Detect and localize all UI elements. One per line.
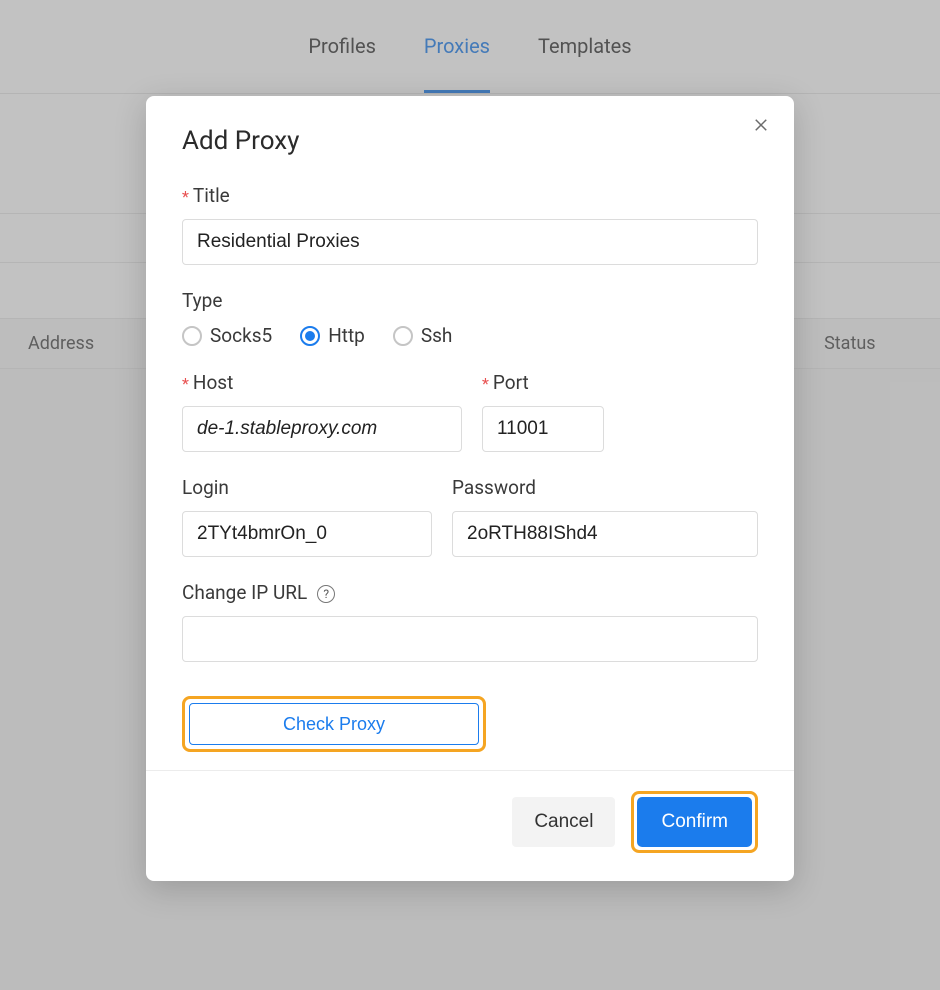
modal-title: Add Proxy <box>182 126 758 156</box>
radio-socks5[interactable]: Socks5 <box>182 324 272 347</box>
required-marker: * <box>182 376 189 392</box>
row-host-port: *Host *Port <box>182 371 758 452</box>
add-proxy-modal: Add Proxy *Title Type Socks5 Http Ssh *H… <box>146 96 794 881</box>
change-ip-url-input[interactable] <box>182 616 758 662</box>
check-proxy-button[interactable]: Check Proxy <box>189 703 479 745</box>
type-label: Type <box>182 289 222 312</box>
password-label: Password <box>452 476 536 499</box>
field-type: Type Socks5 Http Ssh <box>182 289 758 347</box>
title-input[interactable] <box>182 219 758 265</box>
required-marker: * <box>482 376 489 392</box>
help-icon[interactable]: ? <box>317 585 335 603</box>
radio-ssh[interactable]: Ssh <box>393 324 453 347</box>
password-input[interactable] <box>452 511 758 557</box>
field-change-ip-url: Change IP URL ? <box>182 581 758 662</box>
port-input[interactable] <box>482 406 604 452</box>
radio-http[interactable]: Http <box>300 324 365 347</box>
host-input[interactable] <box>182 406 462 452</box>
confirm-button[interactable]: Confirm <box>637 797 752 847</box>
modal-footer: Cancel Confirm <box>146 770 794 881</box>
close-icon[interactable] <box>752 116 770 134</box>
login-label: Login <box>182 476 229 499</box>
cancel-button[interactable]: Cancel <box>512 797 615 847</box>
change-ip-url-label: Change IP URL <box>182 581 307 604</box>
check-proxy-highlight: Check Proxy <box>182 696 486 752</box>
login-input[interactable] <box>182 511 432 557</box>
title-label: Title <box>193 184 230 207</box>
host-label: Host <box>193 371 233 394</box>
confirm-highlight: Confirm <box>631 791 758 853</box>
modal-overlay: Add Proxy *Title Type Socks5 Http Ssh *H… <box>0 0 940 990</box>
required-marker: * <box>182 189 189 205</box>
port-label: Port <box>493 371 529 394</box>
field-title: *Title <box>182 184 758 265</box>
row-login-password: Login Password <box>182 476 758 557</box>
